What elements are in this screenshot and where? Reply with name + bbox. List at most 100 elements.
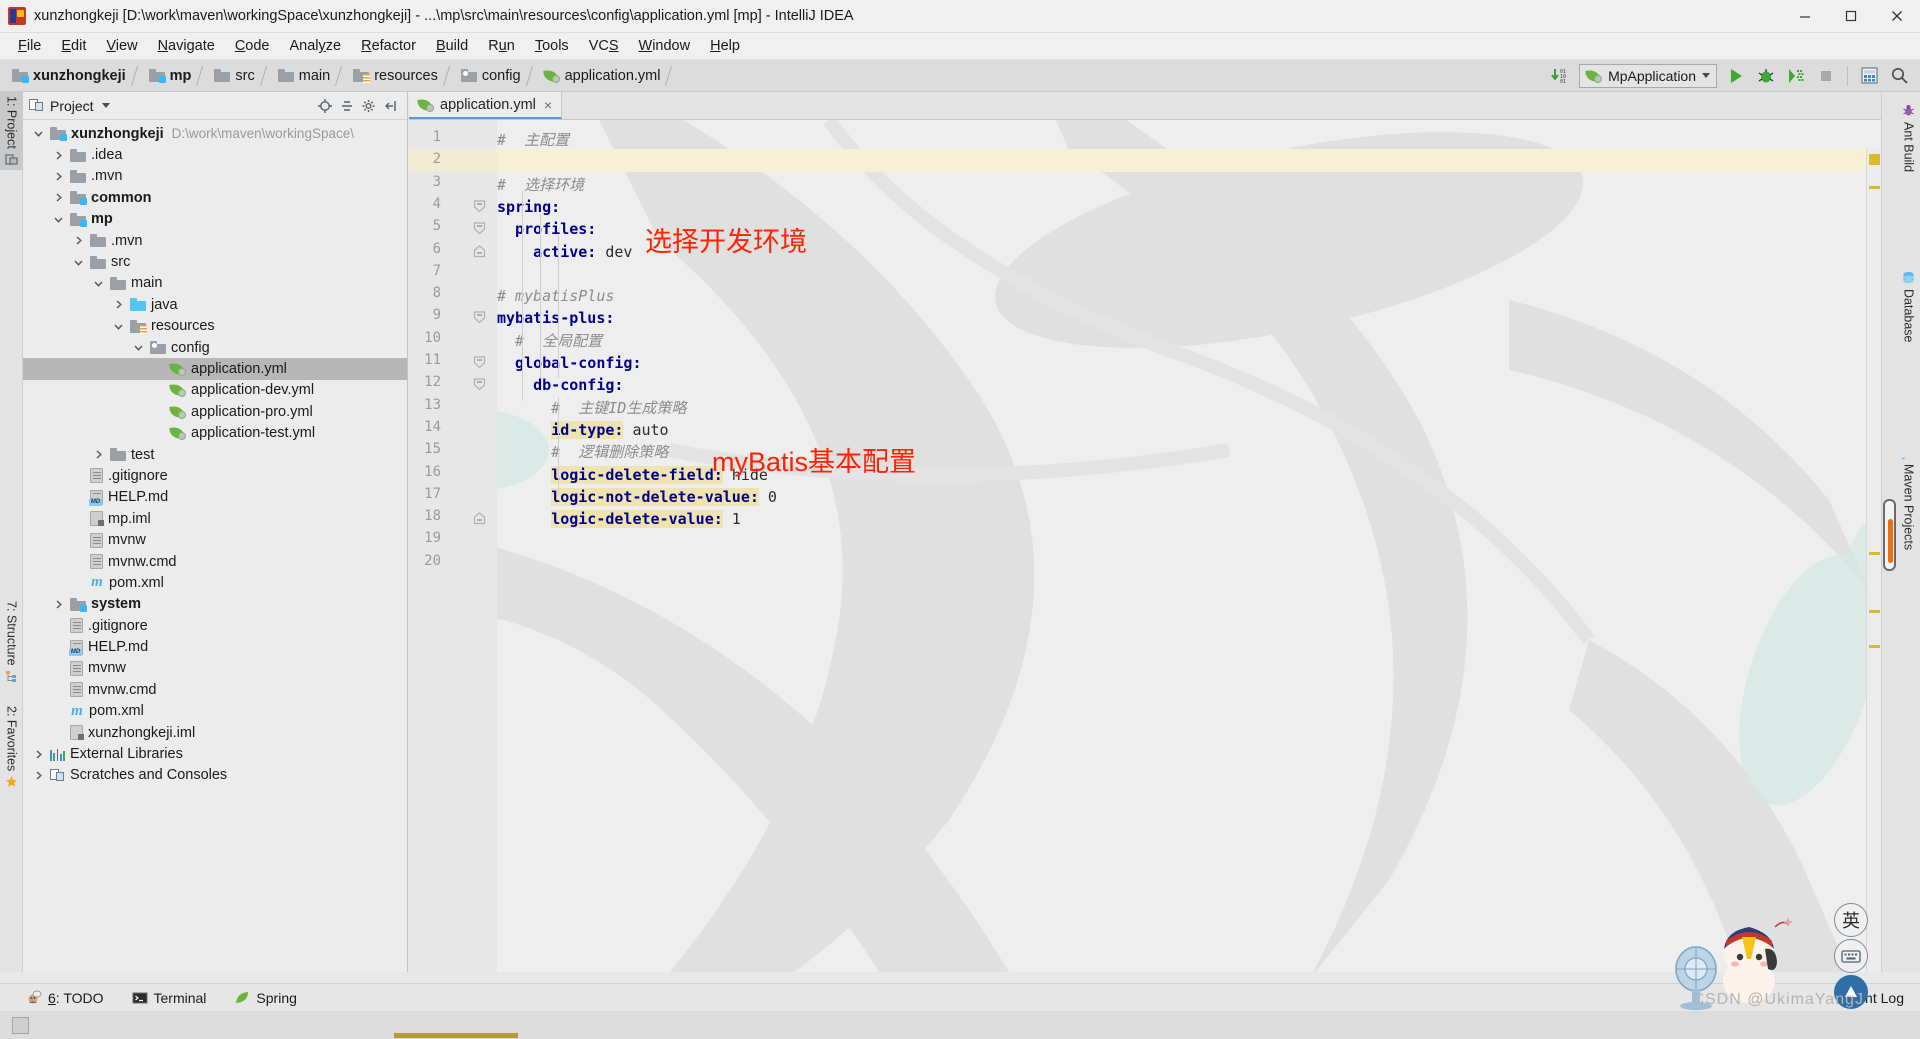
tree-row[interactable]: .mvn xyxy=(23,166,407,187)
tree-row[interactable]: resources xyxy=(23,316,407,337)
code-fold-icon[interactable] xyxy=(473,356,486,369)
tree-row[interactable]: test xyxy=(23,444,407,465)
menu-run[interactable]: Run xyxy=(478,35,525,57)
ime-keyboard-icon[interactable] xyxy=(1834,939,1868,973)
code-line[interactable]: id-type: auto xyxy=(497,419,669,441)
code-line[interactable]: active: dev xyxy=(497,241,632,263)
marker-stripe[interactable] xyxy=(1869,552,1880,555)
tree-row[interactable]: xunzhongkeji.iml xyxy=(23,722,407,743)
chevron-down-icon[interactable] xyxy=(91,276,105,290)
breadcrumb-item-mp[interactable]: mp xyxy=(145,63,194,89)
chevron-right-icon[interactable] xyxy=(51,597,65,611)
marker-stripe[interactable] xyxy=(1869,186,1880,189)
tree-row[interactable]: system xyxy=(23,594,407,615)
ime-chinese-icon[interactable]: 英 xyxy=(1834,903,1868,937)
status-terminal[interactable]: Terminal xyxy=(132,990,206,1006)
tree-row[interactable]: MD HELP.md xyxy=(23,636,407,657)
status-6--todo[interactable]: 6: TODO xyxy=(26,990,104,1006)
run-configuration-selector[interactable]: MpApplication xyxy=(1579,63,1717,88)
tool-tab-database[interactable]: Database xyxy=(1897,267,1920,347)
code-content[interactable]: # 主配置 # 选择环境 spring: profiles: active: dev… xyxy=(497,120,1881,972)
tree-row[interactable]: External Libraries xyxy=(23,743,407,764)
code-line[interactable]: global-config: xyxy=(497,352,641,374)
code-fold-icon[interactable] xyxy=(473,311,486,324)
download-sources-icon[interactable]: 01 10 01 xyxy=(1545,63,1575,89)
search-everywhere-button[interactable] xyxy=(1884,63,1914,89)
marker-stripe-warning[interactable] xyxy=(1869,154,1880,165)
chevron-right-icon[interactable] xyxy=(111,298,125,312)
editor-scrollbar-thumb[interactable] xyxy=(1883,499,1896,571)
status-spring[interactable]: Spring xyxy=(234,990,297,1006)
chevron-right-icon[interactable] xyxy=(51,169,65,183)
breadcrumb-item-application-yml[interactable]: application.yml xyxy=(540,63,663,89)
code-fold-icon[interactable] xyxy=(473,244,486,258)
editor-gutter[interactable]: 1 2 3 4 5 6 7 8 9 10 11 12 13 14 15 16 17 18 19 20 xyxy=(409,120,497,972)
project-file-tree[interactable]: xunzhongkeji D:\work\maven\workingSpace\.… xyxy=(23,120,407,972)
tool-tab-ant-build[interactable]: Ant Build xyxy=(1897,100,1920,176)
menu-build[interactable]: Build xyxy=(426,35,478,57)
tree-row[interactable]: src xyxy=(23,251,407,272)
menu-analyze[interactable]: Analyze xyxy=(280,35,352,57)
tree-row[interactable]: java xyxy=(23,294,407,315)
editor-marker-strip[interactable] xyxy=(1866,148,1881,972)
breadcrumb-item-src[interactable]: src xyxy=(210,63,256,89)
tree-row[interactable]: Scratches and Consoles xyxy=(23,765,407,786)
maximize-button[interactable] xyxy=(1828,0,1874,33)
marker-stripe[interactable] xyxy=(1869,645,1880,648)
code-fold-icon[interactable] xyxy=(473,200,486,213)
tool-tab-2--favorites[interactable]: 2: Favorites xyxy=(0,702,23,792)
tree-row[interactable]: m pom.xml xyxy=(23,701,407,722)
chevron-right-icon[interactable] xyxy=(31,747,45,761)
editor-body[interactable]: 1 2 3 4 5 6 7 8 9 10 11 12 13 14 15 16 17 18 19 20 # 主配置 # 选… xyxy=(409,120,1881,972)
tree-row[interactable]: .idea xyxy=(23,144,407,165)
menu-code[interactable]: Code xyxy=(225,35,280,57)
code-fold-icon[interactable] xyxy=(473,512,486,525)
code-line[interactable]: # 主键ID生成策略 xyxy=(497,397,686,419)
code-line[interactable]: # 逻辑删除策略 xyxy=(497,441,668,463)
code-line[interactable]: logic-delete-value: 1 xyxy=(497,508,741,530)
menu-file[interactable]: File xyxy=(8,35,51,57)
chevron-right-icon[interactable] xyxy=(71,234,85,248)
close-button[interactable] xyxy=(1874,0,1920,33)
hide-panel-icon[interactable] xyxy=(381,96,401,116)
tree-row[interactable]: mp.iml xyxy=(23,508,407,529)
stop-button[interactable] xyxy=(1811,63,1841,89)
code-line[interactable]: profiles: xyxy=(497,218,596,240)
chevron-right-icon[interactable] xyxy=(91,448,105,462)
breadcrumb-item-main[interactable]: main xyxy=(274,63,332,89)
tree-row[interactable]: mvnw xyxy=(23,529,407,550)
close-tab-icon[interactable]: × xyxy=(544,97,552,113)
menu-view[interactable]: View xyxy=(96,35,147,57)
code-line[interactable]: spring: xyxy=(497,196,560,218)
tree-row[interactable]: .mvn xyxy=(23,230,407,251)
chevron-down-icon[interactable] xyxy=(71,255,85,269)
tree-row[interactable]: main xyxy=(23,273,407,294)
code-fold-icon[interactable] xyxy=(473,378,486,391)
locate-icon[interactable] xyxy=(315,96,335,116)
breadcrumb-item-resources[interactable]: resources xyxy=(349,63,440,89)
debug-button[interactable] xyxy=(1751,63,1781,89)
tree-row[interactable]: application-test.yml xyxy=(23,422,407,443)
editor-tab-application-yml[interactable]: application.yml × xyxy=(409,92,563,119)
menu-navigate[interactable]: Navigate xyxy=(148,35,225,57)
tree-row[interactable]: mvnw.cmd xyxy=(23,551,407,572)
code-fold-icon[interactable] xyxy=(473,222,486,235)
tree-row[interactable]: .gitignore xyxy=(23,465,407,486)
menu-edit[interactable]: Edit xyxy=(51,35,96,57)
tree-row[interactable]: m pom.xml xyxy=(23,572,407,593)
database-button[interactable] xyxy=(1854,63,1884,89)
minimize-button[interactable] xyxy=(1782,0,1828,33)
code-line[interactable]: # 主配置 xyxy=(497,129,569,151)
breadcrumb-item-config[interactable]: config xyxy=(457,63,523,89)
chevron-down-icon[interactable] xyxy=(131,341,145,355)
chevron-right-icon[interactable] xyxy=(31,768,45,782)
menu-window[interactable]: Window xyxy=(629,35,701,57)
tree-row[interactable]: application-pro.yml xyxy=(23,401,407,422)
tree-row[interactable]: config xyxy=(23,337,407,358)
code-line[interactable]: # 选择环境 xyxy=(497,174,584,196)
run-with-coverage-button[interactable] xyxy=(1781,63,1811,89)
gear-icon[interactable] xyxy=(359,96,379,116)
code-line[interactable]: logic-not-delete-value: 0 xyxy=(497,486,777,508)
tree-row[interactable]: xunzhongkeji D:\work\maven\workingSpace\ xyxy=(23,123,407,144)
tree-row[interactable]: .gitignore xyxy=(23,615,407,636)
